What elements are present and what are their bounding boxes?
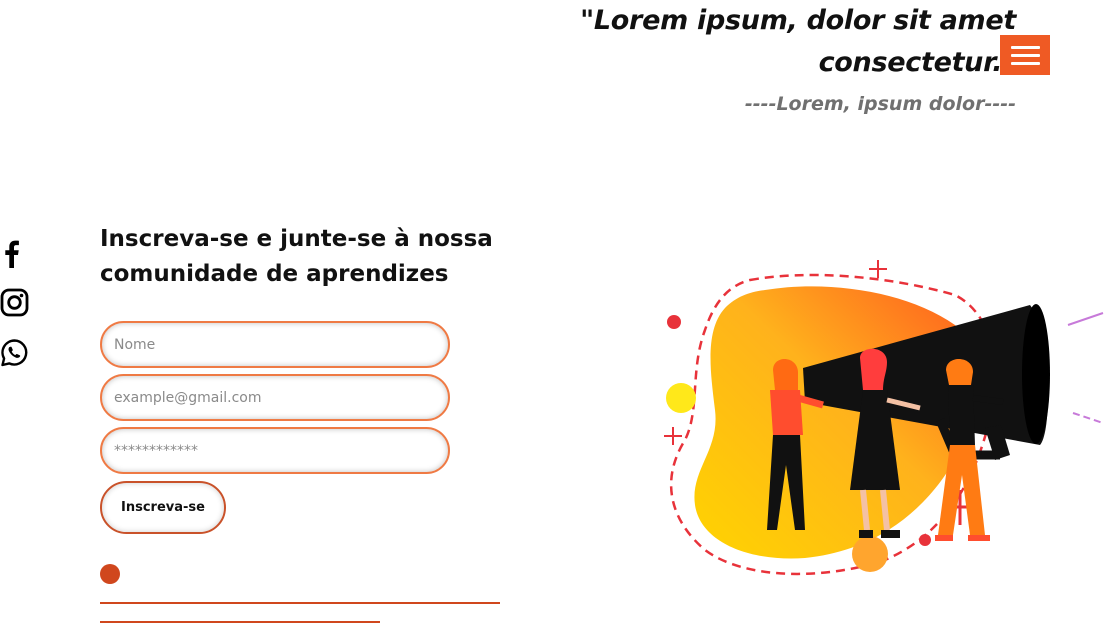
whatsapp-icon[interactable]	[0, 338, 30, 368]
signup-heading: Inscreva-se e junte-se à nossa comunidad…	[100, 226, 493, 287]
decorative-divider-short	[100, 621, 380, 623]
megaphone-team-illustration	[664, 260, 1104, 576]
hero-quote: "Lorem ipsum, dolor sit amet consectetur…	[580, 5, 1016, 78]
instagram-icon[interactable]	[0, 288, 30, 318]
signup-submit-button[interactable]: Inscreva-se	[100, 481, 226, 534]
hero-quote-author: ----Lorem, ipsum dolor----	[744, 93, 1016, 115]
email-input[interactable]	[100, 374, 450, 421]
decorative-divider-long	[100, 602, 500, 604]
password-input[interactable]	[100, 427, 450, 474]
menu-button[interactable]	[1000, 35, 1050, 75]
name-input[interactable]	[100, 321, 450, 368]
facebook-icon[interactable]	[0, 238, 30, 268]
decorative-dot	[100, 564, 120, 584]
